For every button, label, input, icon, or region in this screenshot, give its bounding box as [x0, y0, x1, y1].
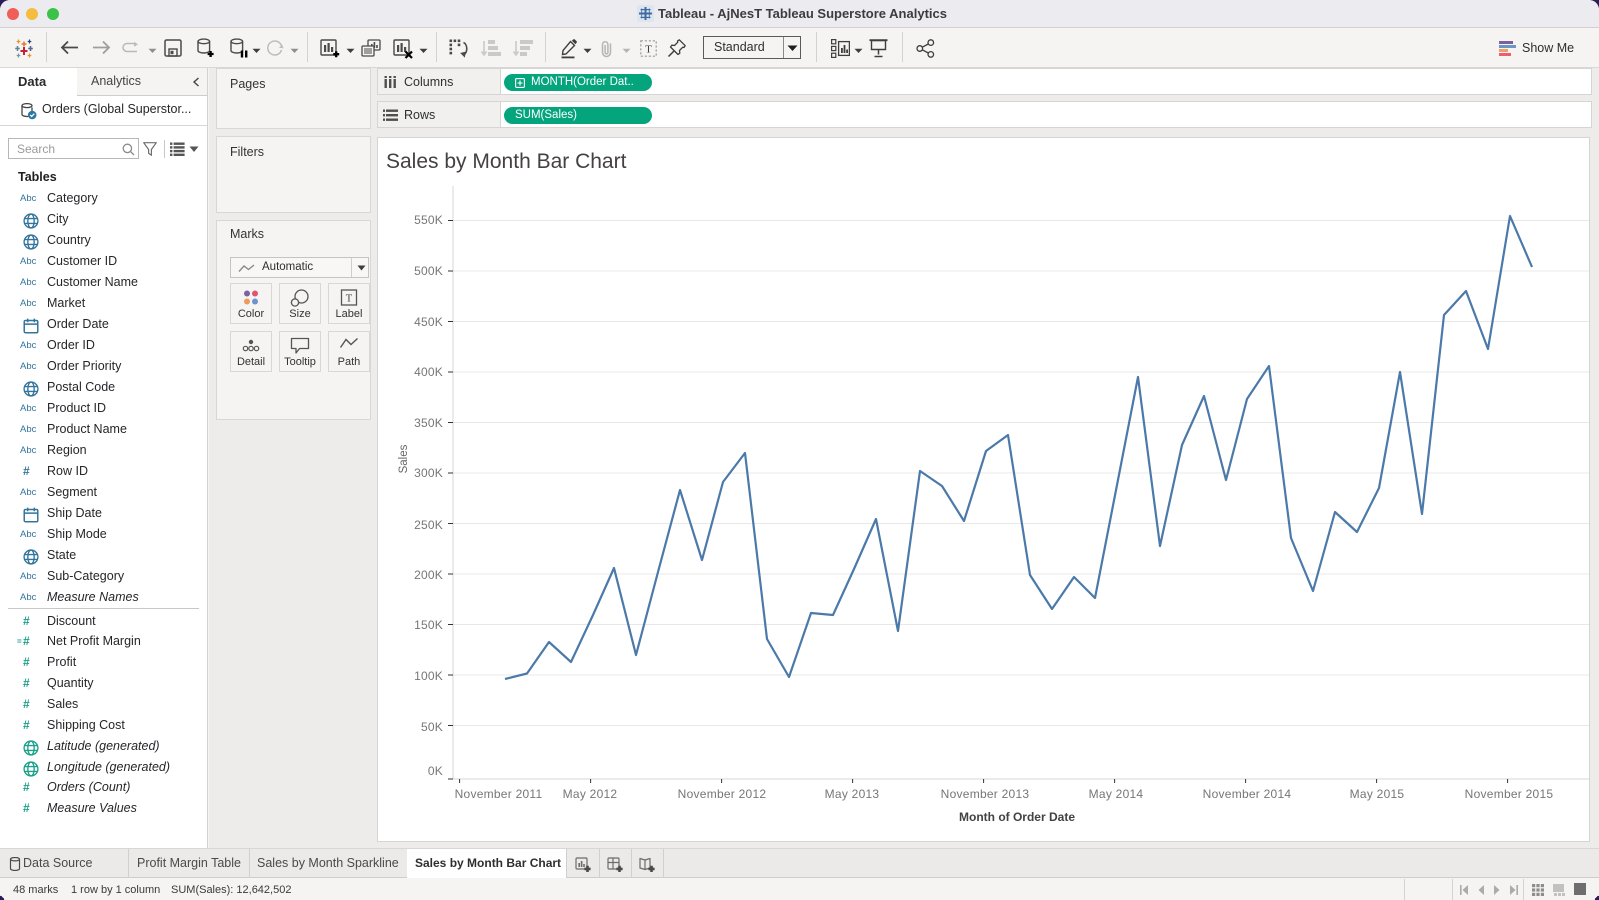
- svg-text:T: T: [645, 44, 652, 56]
- svg-text:T: T: [346, 294, 353, 305]
